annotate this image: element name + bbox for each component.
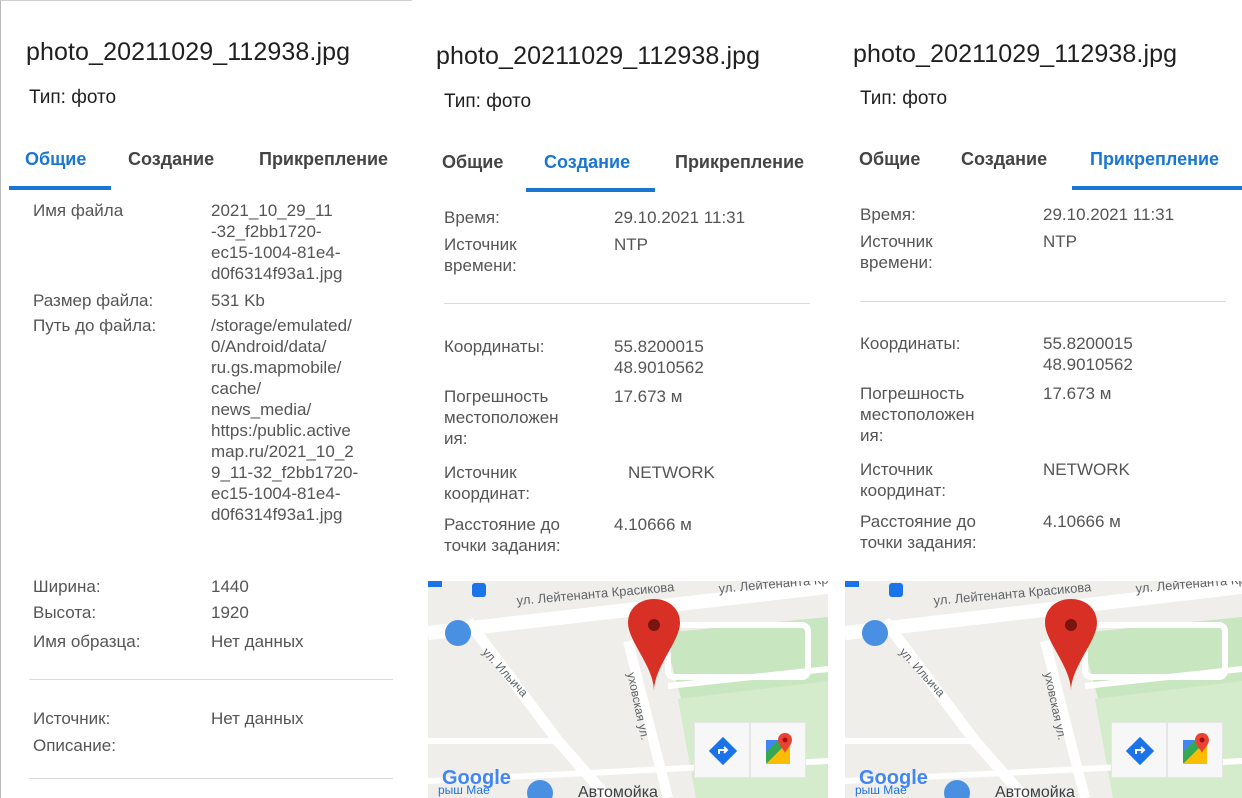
tab-attachment[interactable]: Прикрепление	[1090, 149, 1219, 170]
directions-button[interactable]	[694, 722, 750, 778]
value-width: 1440	[211, 577, 249, 596]
divider	[29, 778, 393, 779]
value-accuracy: 17.673 м	[1043, 384, 1112, 403]
tab-creation[interactable]: Создание	[961, 149, 1047, 170]
label-source: Источник:	[33, 709, 111, 728]
tab-attachment[interactable]: Прикрепление	[259, 149, 388, 170]
value-file-name: 2021_10_29_11 -32_f2bb1720- ec15-1004-81…	[211, 201, 343, 283]
tab-general[interactable]: Общие	[859, 149, 920, 170]
label-coordinates: Координаты:	[860, 334, 961, 353]
label-sample-name: Имя образца:	[33, 632, 141, 651]
value-accuracy: 17.673 м	[614, 387, 683, 406]
file-type: Тип: фото	[29, 87, 117, 108]
value-distance: 4.10666 м	[1043, 512, 1121, 531]
tab-general[interactable]: Общие	[442, 152, 503, 173]
divider	[444, 303, 810, 304]
value-source: Нет данных	[211, 709, 304, 728]
divider	[29, 679, 393, 680]
panel-creation: photo_20211029_112938.jpg Тип: фото Общи…	[428, 0, 828, 798]
open-in-maps-button[interactable]	[1167, 722, 1223, 778]
label-accuracy: Погрешность местоположен ия:	[444, 387, 559, 448]
directions-icon	[708, 736, 738, 766]
map-poi-label: Автомойка	[995, 784, 1075, 798]
label-file-path: Путь до файла:	[33, 316, 157, 335]
label-height: Высота:	[33, 603, 97, 622]
divider	[860, 301, 1226, 302]
label-distance: Расстояние до точки задания:	[444, 515, 561, 555]
file-type: Тип: фото	[444, 91, 532, 112]
map-poi-label: Автомойка	[578, 784, 658, 798]
google-logo: Google	[859, 767, 928, 789]
value-height: 1920	[211, 603, 249, 622]
google-maps-icon	[766, 733, 792, 764]
label-accuracy: Погрешность местоположен ия:	[860, 384, 975, 445]
value-file-path: /storage/emulated/ 0/Android/data/ ru.gs…	[211, 316, 359, 524]
label-coordinates: Координаты:	[444, 337, 545, 356]
active-tab-indicator	[9, 186, 111, 190]
label-coordinate-source: Источник координат:	[444, 463, 530, 503]
map-view[interactable]: ул. Лейтенанта Красикова ул. Лейтенанта …	[428, 581, 828, 798]
file-type: Тип: фото	[860, 88, 948, 109]
tab-creation[interactable]: Создание	[544, 152, 630, 173]
label-time: Время:	[444, 208, 500, 227]
panel-attachment: photo_20211029_112938.jpg Тип: фото Общи…	[845, 0, 1242, 798]
tab-creation[interactable]: Создание	[128, 149, 214, 170]
active-tab-indicator	[526, 188, 655, 192]
value-time-source: NTP	[1043, 232, 1077, 251]
label-time-source: Источник времени:	[860, 232, 933, 272]
value-file-size: 531 Kb	[211, 291, 265, 310]
tab-general[interactable]: Общие	[25, 149, 86, 170]
file-title: photo_20211029_112938.jpg	[26, 38, 351, 66]
value-time-source: NTP	[614, 235, 648, 254]
google-maps-icon	[1183, 733, 1209, 764]
label-time: Время:	[860, 205, 916, 224]
directions-button[interactable]	[1111, 722, 1167, 778]
value-coordinates: 55.8200015 48.9010562	[614, 337, 704, 377]
active-tab-indicator	[1072, 186, 1242, 190]
label-file-size: Размер файла:	[33, 291, 154, 310]
value-sample-name: Нет данных	[211, 632, 304, 651]
value-distance: 4.10666 м	[614, 515, 692, 534]
label-distance: Расстояние до точки задания:	[860, 512, 977, 552]
file-title: photo_20211029_112938.jpg	[853, 40, 1178, 68]
google-logo: Google	[442, 767, 511, 789]
value-coordinate-source: NETWORK	[628, 463, 715, 482]
directions-icon	[1125, 736, 1155, 766]
file-title: photo_20211029_112938.jpg	[436, 42, 761, 70]
label-description: Описание:	[33, 736, 116, 755]
value-coordinates: 55.8200015 48.9010562	[1043, 334, 1133, 374]
map-view[interactable]: ул. Лейтенанта Красикова ул. Лейтенанта …	[845, 581, 1242, 798]
tab-attachment[interactable]: Прикрепление	[675, 152, 804, 173]
label-file-name: Имя файла	[33, 201, 124, 220]
value-coordinate-source: NETWORK	[1043, 460, 1130, 479]
label-time-source: Источник времени:	[444, 235, 517, 275]
value-time: 29.10.2021 11:31	[1043, 205, 1175, 224]
value-time: 29.10.2021 11:31	[614, 208, 746, 227]
label-coordinate-source: Источник координат:	[860, 460, 946, 500]
label-width: Ширина:	[33, 577, 101, 596]
open-in-maps-button[interactable]	[750, 722, 806, 778]
panel-general: photo_20211029_112938.jpg Тип: фото Общи…	[0, 0, 412, 798]
